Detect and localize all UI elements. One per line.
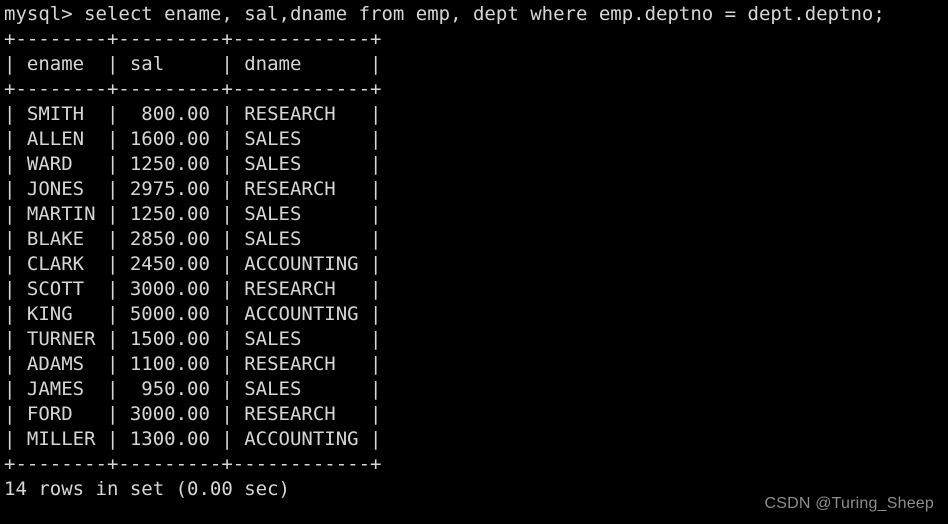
table-row: | MILLER | 1300.00 | ACCOUNTING | <box>4 428 382 450</box>
table-row: | JONES | 2975.00 | RESEARCH | <box>4 178 382 200</box>
table-rows: | SMITH | 800.00 | RESEARCH | | ALLEN | 1… <box>4 102 948 452</box>
mysql-terminal[interactable]: mysql> select ename, sal,dname from emp,… <box>0 0 948 524</box>
mysql-prompt-line: mysql> select ename, sal,dname from emp,… <box>4 3 885 25</box>
table-row: | KING | 5000.00 | ACCOUNTING | <box>4 303 382 325</box>
table-row: | FORD | 3000.00 | RESEARCH | <box>4 403 382 425</box>
terminal-output: mysql> select ename, sal,dname from emp,… <box>0 0 948 502</box>
table-row: | BLAKE | 2850.00 | SALES | <box>4 228 382 250</box>
table-row: | CLARK | 2450.00 | ACCOUNTING | <box>4 253 382 275</box>
table-row: | ALLEN | 1600.00 | SALES | <box>4 128 382 150</box>
table-row: | JAMES | 950.00 | SALES | <box>4 378 382 400</box>
table-header-border: +--------+---------+------------+ <box>4 78 382 100</box>
table-row: | MARTIN | 1250.00 | SALES | <box>4 203 382 225</box>
csdn-watermark: CSDN @Turing_Sheep <box>764 495 934 512</box>
table-row: | TURNER | 1500.00 | SALES | <box>4 328 382 350</box>
table-row: | SCOTT | 3000.00 | RESEARCH | <box>4 278 382 300</box>
table-bottom-border: +--------+---------+------------+ <box>4 453 382 475</box>
table-top-border: +--------+---------+------------+ <box>4 28 382 50</box>
table-row: | ADAMS | 1100.00 | RESEARCH | <box>4 353 382 375</box>
table-header-row: | ename | sal | dname | <box>4 53 382 75</box>
table-row: | WARD | 1250.00 | SALES | <box>4 153 382 175</box>
table-row: | SMITH | 800.00 | RESEARCH | <box>4 103 382 125</box>
